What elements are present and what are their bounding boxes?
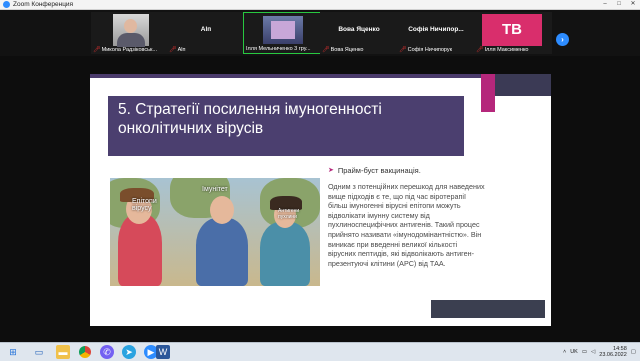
slide-bullet-text: Прайм-буст вакцинація. [337,166,421,175]
word-icon[interactable]: W [156,345,170,359]
presentation-slide: 5. Стратегії посилення імуногенності онк… [90,74,551,326]
clock-date: 23.06.2022 [599,352,627,358]
slide-title: 5. Стратегії посилення імуногенності онк… [118,101,382,137]
zoom-app-icon [3,1,10,8]
viber-icon[interactable]: ✆ [100,345,114,359]
window-titlebar: Zoom Конференция – □ ✕ [0,0,640,10]
participant-name: Ілля Максименко [484,46,529,53]
participant-initials-avatar: ТВ [482,14,542,46]
participant-tile[interactable]: ТВ 🎤︎ Ілля Максименко [474,12,552,54]
clock[interactable]: 14:58 23.06.2022 [599,346,627,359]
participant-tile[interactable]: Софія Ничипор... 🎤︎ Софія Ничипорук [397,12,475,54]
participant-tile[interactable]: 🎤︎ Микола Радзіковськ... [91,12,169,54]
slide-corner-decoration [481,74,551,112]
volume-icon[interactable]: ◁ [591,349,595,355]
participant-tile[interactable]: Alп 🎤︎ Alп [167,12,245,54]
participant-display-name: Alп [200,26,212,33]
language-indicator[interactable]: UK [570,349,578,355]
notifications-icon[interactable]: ▢ [631,349,636,355]
windows-taskbar: ⊞ ▭ ▬ ✆ ➤ ▶ W ˄ UK ▭ ◁ 14:58 23.06.2022 … [0,342,640,361]
participant-video [113,14,149,47]
search-icon[interactable]: ▭ [32,345,46,359]
start-button[interactable]: ⊞ [6,345,20,359]
participant-video [263,16,303,44]
mic-muted-icon: 🎤︎ [93,47,101,53]
participant-tile-active[interactable]: Ілля Мельниченко 3 гру... [243,12,321,54]
tray-chevron-icon[interactable]: ˄ [563,349,566,355]
meme-label-left: Епітопи вірусу [132,198,157,212]
slide-bullet: ➤ Прайм-буст вакцинація. [328,166,421,175]
chrome-icon[interactable] [78,345,92,359]
participant-name: Вова Яценко [330,46,364,53]
network-icon[interactable]: ▭ [582,349,587,355]
meme-label-middle: Імунітет [202,186,228,193]
participant-display-name: Вова Яценко [338,26,380,33]
meme-label-right: Антигени пухлини [278,208,300,220]
chevron-right-icon[interactable]: › [556,33,569,46]
window-title: Zoom Конференция [13,1,74,8]
system-tray: ˄ UK ▭ ◁ 14:58 23.06.2022 ▢ [563,343,636,361]
telegram-icon[interactable]: ➤ [122,345,136,359]
bullet-arrow-icon: ➤ [328,167,334,174]
participant-tile[interactable]: Вова Яценко 🎤︎ Вова Яценко [320,12,398,54]
minimize-button[interactable]: – [598,0,612,9]
file-explorer-icon[interactable]: ▬ [56,345,70,359]
participant-name: Alп [177,46,186,53]
mic-muted-icon: 🎤︎ [169,47,177,53]
slide-body-text: Одним з потенційних перешкод для наведен… [328,182,485,268]
participant-name: Ілля Мельниченко 3 гру... [246,46,311,52]
participant-display-name: Софія Ничипор... [408,26,464,33]
participant-name: Микола Радзіковськ... [101,46,157,53]
window-controls: – □ ✕ [598,0,640,9]
mic-muted-icon: 🎤︎ [476,47,484,53]
participants-strip: 🎤︎ Микола Радзіковськ... Alп 🎤︎ Alп Ілля М… [0,10,640,56]
meme-image: Епітопи вірусу Імунітет Антигени пухлини [110,178,320,286]
mic-muted-icon: 🎤︎ [399,47,407,53]
participant-name: Софія Ничипорук [407,46,453,53]
maximize-button[interactable]: □ [612,0,626,9]
mic-muted-icon: 🎤︎ [322,47,330,53]
slide-footer-box [431,300,545,318]
shared-screen: 5. Стратегії посилення імуногенності онк… [0,56,640,342]
close-button[interactable]: ✕ [626,0,640,9]
